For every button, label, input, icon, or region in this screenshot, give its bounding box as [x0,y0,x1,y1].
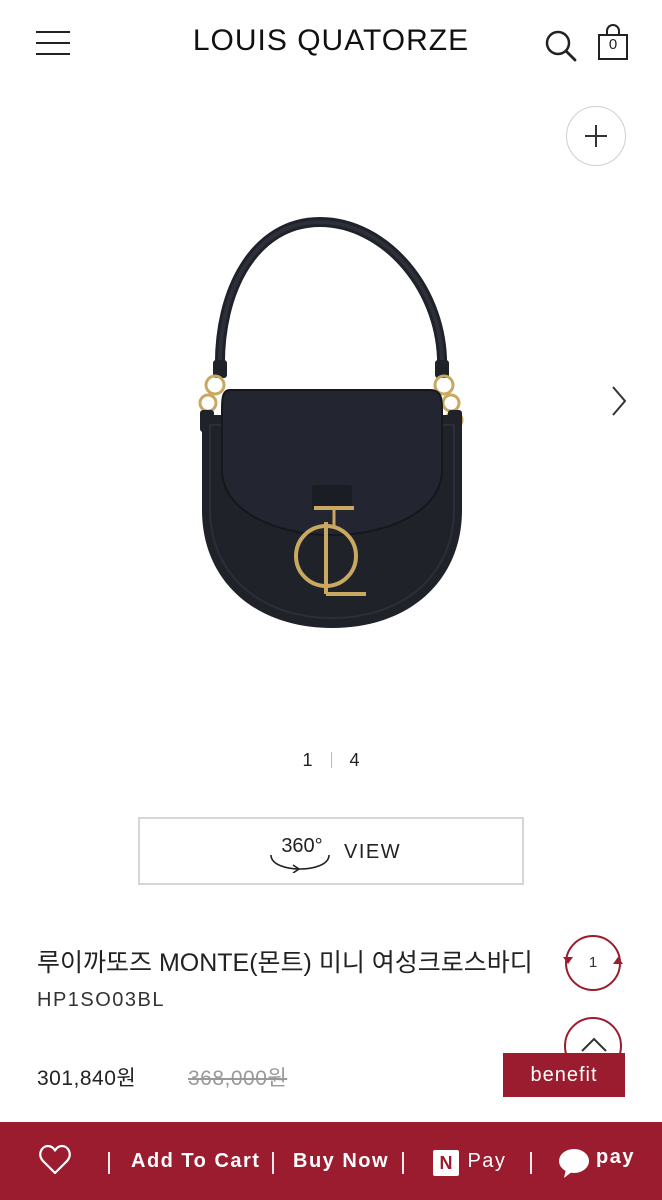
product-image[interactable] [180,210,480,630]
increase-icon[interactable] [613,957,623,964]
kakaopay-button[interactable]: pay [558,1122,633,1200]
pager-divider [330,752,332,768]
plus-icon [585,125,607,147]
buy-now-button[interactable]: Buy Now [293,1122,389,1200]
pager-current: 1 [302,750,313,770]
chevron-up-icon [581,1037,607,1052]
cart-count: 0 [608,36,618,53]
view-360-button[interactable]: 360° VIEW [138,817,524,885]
buy-now-label: Buy Now [293,1150,390,1172]
wishlist-button[interactable] [38,1122,78,1200]
add-to-cart-label: Add To Cart [131,1150,261,1172]
quantity-value: 1 [588,954,598,971]
speech-bubble-icon [559,1149,589,1178]
search-icon[interactable] [543,29,579,63]
header: LOUIS QUATORZE 0 [0,0,662,86]
rotate-360-text: 360° [281,835,322,857]
cart-button[interactable]: 0 [596,24,630,62]
bottom-action-bar: Add To Cart Buy Now N Pay pay [0,1122,662,1200]
divider [530,1152,532,1174]
original-price: 368,000원 [188,1067,288,1090]
divider [108,1152,110,1174]
product-name: 루이까또즈 MONTE(몬트) 미니 여성크로스바디 [37,949,533,977]
npay-icon: N [433,1149,459,1176]
divider [402,1152,404,1174]
zoom-plus-button[interactable] [566,106,626,166]
quantity-stepper[interactable]: 1 [563,935,623,991]
pager-total: 4 [349,750,360,770]
add-to-cart-button[interactable]: Add To Cart [131,1122,260,1200]
kakaopay-label: pay [596,1146,635,1168]
npay-button[interactable]: N Pay [433,1122,506,1200]
product-code: HP1SO03BL [37,989,166,1011]
heart-icon [39,1144,71,1175]
image-pager: 14 [0,750,662,771]
divider [272,1152,274,1174]
rotate-360-icon: 360° [270,835,330,873]
sale-price: 301,840원 [37,1067,137,1090]
npay-label: Pay [467,1150,507,1172]
benefit-button[interactable]: benefit [503,1053,625,1097]
view-360-label: VIEW [344,841,402,863]
chevron-right-icon[interactable] [605,384,633,418]
